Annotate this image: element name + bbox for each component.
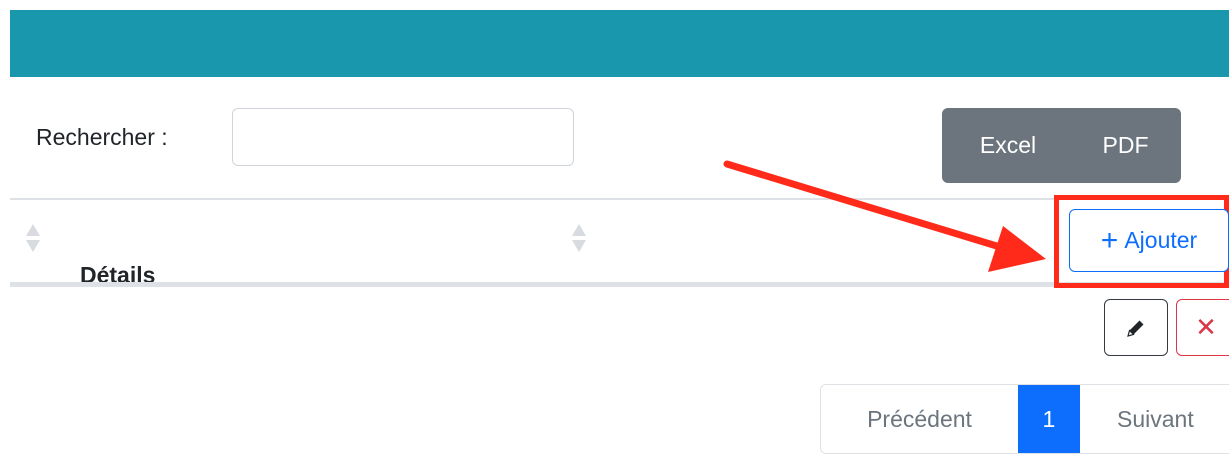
pagination-page-current[interactable]: 1 — [1018, 385, 1080, 453]
search-label: Rechercher : — [36, 124, 168, 150]
top-header-bar — [10, 10, 1229, 77]
plus-icon: + — [1100, 223, 1119, 257]
table-top-border — [10, 198, 1229, 200]
excel-button[interactable]: Excel — [942, 108, 1070, 183]
pdf-button[interactable]: PDF — [1070, 108, 1181, 183]
pagination: Précédent 1 Suivant — [820, 384, 1229, 454]
table-header-border — [10, 282, 1229, 287]
add-button[interactable]: + Ajouter — [1069, 209, 1229, 272]
edit-button[interactable] — [1104, 299, 1168, 356]
export-button-group: Excel PDF — [942, 108, 1181, 183]
search-input[interactable] — [232, 108, 574, 166]
pagination-next[interactable]: Suivant — [1080, 385, 1229, 453]
pagination-previous[interactable]: Précédent — [821, 385, 1018, 453]
sort-icon[interactable] — [26, 224, 40, 256]
sort-icon[interactable] — [572, 224, 586, 256]
close-icon: ✕ — [1195, 312, 1217, 342]
add-button-label: Ajouter — [1124, 227, 1198, 253]
delete-button[interactable]: ✕ — [1176, 299, 1229, 356]
pencil-icon — [1127, 320, 1144, 337]
